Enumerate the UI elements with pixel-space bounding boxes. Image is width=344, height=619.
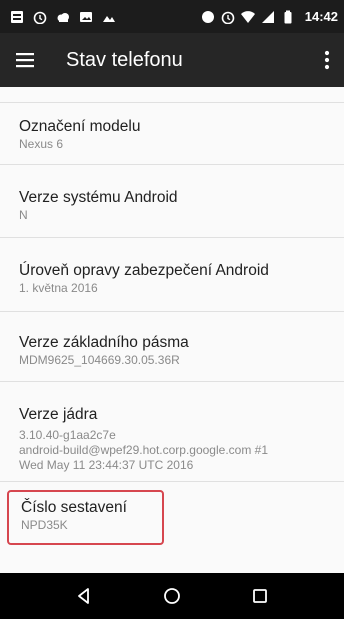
list-item-model[interactable]: Označení modelu Nexus 6 — [0, 103, 344, 165]
signal-icon — [261, 10, 275, 24]
list-item-security-patch[interactable]: Úroveň opravy zabezpečení Android 1. kvě… — [0, 238, 344, 312]
record-icon — [201, 10, 215, 24]
item-title: Verze základního pásma — [19, 334, 189, 351]
item-subtitle-line: android-build@wpef29.hot.corp.google.com… — [19, 443, 269, 457]
list-divider — [0, 87, 344, 103]
phone-status-list: Označení modelu Nexus 6 Verze systému An… — [0, 87, 344, 573]
alarm-icon — [221, 10, 235, 24]
alarm-icon — [33, 10, 47, 24]
highlight-box: Číslo sestavení NPD35K — [7, 490, 164, 545]
item-subtitle: NPD35K — [21, 518, 68, 532]
phone-screen: 14:42 Stav telefonu Označení modelu Nexu… — [0, 0, 344, 619]
recents-button[interactable] — [240, 576, 280, 616]
item-subtitle-line: 3.10.40-g1aa2c7e — [19, 428, 116, 442]
status-bar-notifications — [10, 10, 116, 24]
status-bar-system: 14:42 — [201, 9, 338, 24]
wifi-icon — [240, 10, 255, 24]
list-item-android-version[interactable]: Verze systému Android N — [0, 165, 344, 238]
menu-button[interactable] — [0, 33, 50, 87]
status-bar: 14:42 — [0, 0, 344, 33]
list-item-build-number[interactable]: Číslo sestavení NPD35K — [0, 482, 344, 552]
item-title: Verze jádra — [19, 406, 98, 423]
item-subtitle: 1. května 2016 — [19, 281, 98, 295]
home-icon — [164, 588, 180, 604]
navigation-bar — [0, 573, 344, 619]
image-icon — [79, 10, 93, 24]
hamburger-menu-icon — [16, 53, 34, 68]
recents-icon — [253, 589, 267, 603]
item-subtitle: N — [19, 208, 28, 222]
list-item-baseband[interactable]: Verze základního pásma MDM9625_104669.30… — [0, 312, 344, 382]
page-title: Stav telefonu — [66, 48, 183, 71]
list-item-kernel-version[interactable]: Verze jádra 3.10.40-g1aa2c7e android-bui… — [0, 382, 344, 482]
item-title: Verze systému Android — [19, 189, 178, 206]
home-button[interactable] — [152, 576, 192, 616]
item-title: Označení modelu — [19, 118, 141, 135]
item-title: Číslo sestavení — [21, 499, 127, 516]
back-icon — [78, 588, 89, 604]
status-bar-time: 14:42 — [304, 9, 338, 24]
app-bar: Stav telefonu — [0, 33, 344, 87]
item-subtitle: Nexus 6 — [19, 137, 64, 151]
overflow-menu-button[interactable] — [310, 33, 344, 87]
item-subtitle-line: Wed May 11 23:44:37 UTC 2016 — [19, 458, 194, 472]
cloud-icon — [56, 10, 70, 24]
item-title: Úroveň opravy zabezpečení Android — [19, 262, 269, 279]
more-vert-icon — [324, 50, 330, 70]
notification-square-icon — [10, 10, 24, 24]
battery-icon — [281, 10, 295, 24]
back-button[interactable] — [64, 576, 104, 616]
item-subtitle: MDM9625_104669.30.05.36R — [19, 353, 180, 367]
mountain-icon — [102, 10, 116, 24]
